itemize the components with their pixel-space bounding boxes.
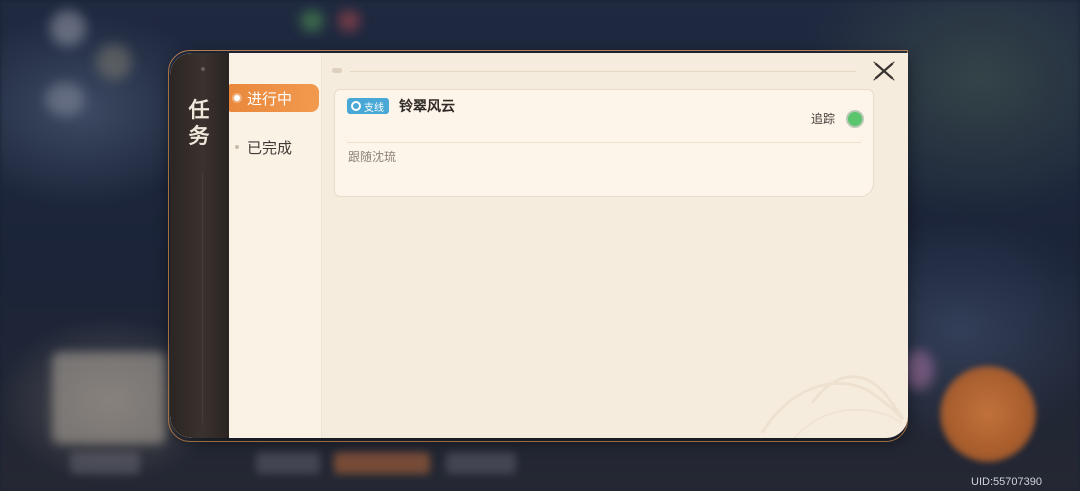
quest-type-label: 支线 <box>364 102 384 114</box>
quest-type-badge: 支线 <box>347 98 389 114</box>
close-icon <box>873 61 895 81</box>
tab-bullet-icon <box>234 95 240 101</box>
quest-description: 跟随沈琉 <box>348 150 397 164</box>
panel-spine: 任务 <box>170 53 229 438</box>
header-pill <box>332 68 342 73</box>
uid-label: UID:55707390 <box>971 476 1042 488</box>
background-blur-spot <box>300 10 324 32</box>
track-toggle[interactable] <box>846 110 864 128</box>
tab-column: 进行中 已完成 <box>229 53 322 438</box>
background-blur-strip <box>334 452 430 474</box>
decorative-swirl-icon <box>760 375 904 438</box>
header-divider <box>350 71 856 72</box>
quest-content: 支线 铃翠风云 追踪 跟随沈琉 <box>322 53 908 438</box>
background-blur-strip <box>256 452 320 474</box>
spine-dot <box>201 67 205 71</box>
background-blur-strip <box>70 452 140 474</box>
background-blur-spot <box>96 44 132 80</box>
card-divider <box>347 142 861 143</box>
tab-label: 已完成 <box>247 138 293 157</box>
tab-label: 进行中 <box>247 89 293 108</box>
background-blur-strip <box>446 452 516 474</box>
tab-completed[interactable]: 已完成 <box>229 133 321 161</box>
track-label: 追踪 <box>811 112 836 126</box>
background-blur-spot <box>904 350 934 390</box>
panel-title: 任务 <box>188 97 210 148</box>
tab-in-progress[interactable]: 进行中 <box>229 84 319 112</box>
background-blur-box <box>52 352 166 444</box>
background-blur-spot <box>338 10 360 32</box>
quest-card[interactable]: 支线 铃翠风云 追踪 跟随沈琉 <box>334 89 874 197</box>
close-button[interactable] <box>871 58 897 84</box>
quest-title: 铃翠风云 <box>399 99 455 115</box>
background-blur-spot <box>45 82 85 116</box>
quest-panel: 任务 进行中 已完成 支线 铃翠风云 追踪 跟随沈琉 <box>170 53 908 438</box>
side-quest-icon <box>351 101 361 111</box>
tab-bullet-icon <box>235 145 239 149</box>
background-blur-spot <box>50 10 86 46</box>
background-action-orb <box>940 366 1036 462</box>
